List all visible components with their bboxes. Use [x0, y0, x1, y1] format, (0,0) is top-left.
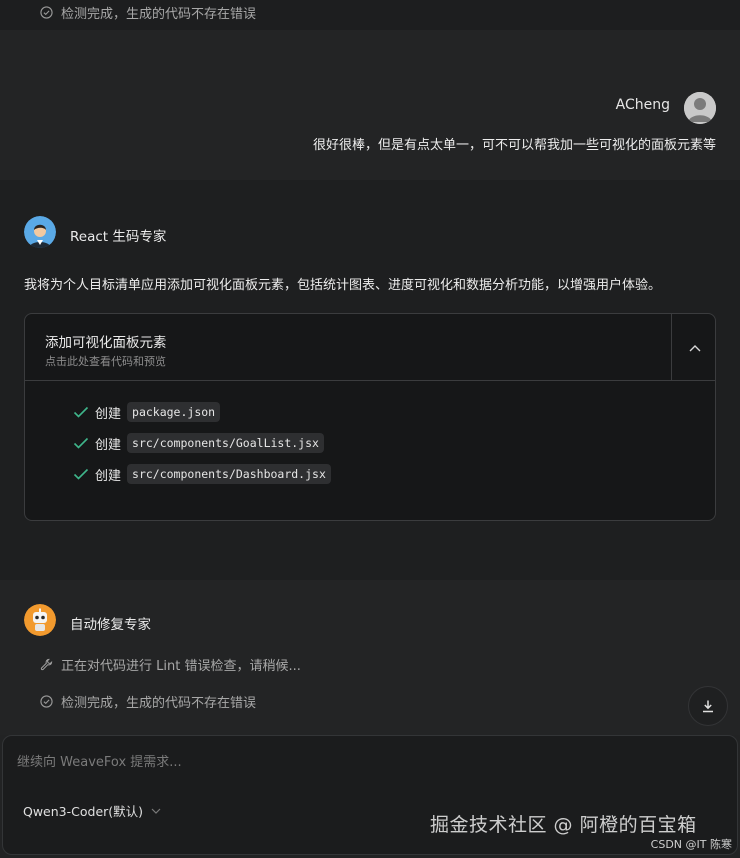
card-header[interactable]: 添加可视化面板元素 点击此处查看代码和预览 [25, 314, 715, 381]
react-agent-name: React 生码专家 [70, 229, 167, 245]
react-agent-avatar [24, 216, 56, 248]
top-status-text: 检测完成，生成的代码不存在错误 [61, 7, 257, 22]
lint-progress-line: 正在对代码进行 Lint 错误检查，请稍候... [40, 655, 301, 674]
file-row: 创建 package.json [73, 402, 221, 422]
file-action: 创建 [95, 406, 122, 422]
prompt-input[interactable] [17, 750, 717, 774]
scroll-to-bottom-button[interactable] [688, 686, 728, 726]
chevron-down-icon [151, 808, 161, 814]
card-subtitle[interactable]: 点击此处查看代码和预览 [45, 353, 166, 369]
check-circle-icon [40, 695, 53, 708]
code-artifact-card[interactable]: 添加可视化面板元素 点击此处查看代码和预览 创建 package.json 创建… [24, 313, 716, 521]
person-icon [684, 92, 716, 124]
check-icon [73, 437, 89, 449]
file-path: src/components/Dashboard.jsx [127, 464, 331, 484]
fixer-status-text: 检测完成，生成的代码不存在错误 [61, 696, 257, 711]
file-action: 创建 [95, 468, 122, 484]
wrench-icon [40, 658, 53, 671]
user-name: ACheng [615, 97, 670, 113]
file-row: 创建 src/components/Dashboard.jsx [73, 464, 331, 484]
check-circle-icon [40, 6, 53, 19]
collapse-toggle-button[interactable] [671, 314, 715, 381]
user-message-text: 很好很棒，但是有点太单一，可不可以帮我加一些可视化的面板元素等 [312, 138, 716, 153]
user-avatar [684, 92, 716, 124]
file-path: src/components/GoalList.jsx [127, 433, 324, 453]
robot-avatar-icon [24, 604, 56, 636]
watermark-text: 掘金技术社区 @ 阿橙的百宝箱 [430, 814, 697, 836]
check-icon [73, 468, 89, 480]
fixer-agent-name: 自动修复专家 [70, 617, 151, 633]
top-status-line: 检测完成，生成的代码不存在错误 [40, 3, 256, 22]
file-path: package.json [127, 402, 221, 422]
fixer-agent-avatar [24, 604, 56, 636]
composer: Qwen3-Coder(默认) [2, 735, 738, 855]
model-selector[interactable]: Qwen3-Coder(默认) [23, 801, 161, 820]
developer-avatar-icon [24, 216, 56, 248]
file-action: 创建 [95, 437, 122, 453]
chevron-up-icon [689, 344, 700, 351]
lint-progress-text: 正在对代码进行 Lint 错误检查，请稍候... [61, 659, 301, 674]
csdn-watermark: CSDN @IT 陈寒 [650, 838, 732, 851]
file-row: 创建 src/components/GoalList.jsx [73, 433, 324, 453]
check-icon [73, 406, 89, 418]
assistant-message-text: 我将为个人目标清单应用添加可视化面板元素，包括统计图表、进度可视化和数据分析功能… [24, 278, 662, 293]
card-title: 添加可视化面板元素 [45, 335, 167, 351]
arrow-down-icon [703, 700, 713, 713]
fixer-status-line: 检测完成，生成的代码不存在错误 [40, 692, 256, 711]
model-name: Qwen3-Coder(默认) [23, 804, 144, 819]
